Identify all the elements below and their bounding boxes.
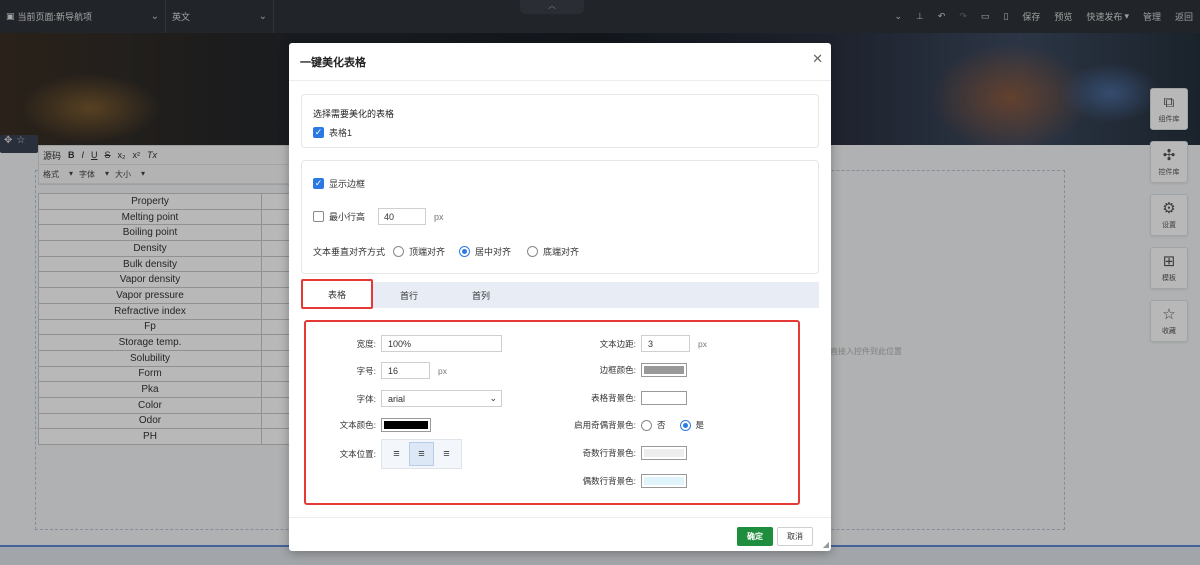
tab-first-column[interactable]: 首列 <box>445 282 517 308</box>
align-left-icon[interactable]: ≡ <box>384 442 409 466</box>
table-bg-label: 表格背景色: <box>591 393 636 403</box>
table1-label: 表格1 <box>329 128 353 138</box>
odd-row-bg-row: 奇数行背景色: <box>549 446 687 460</box>
align-bottom-label: 底端对齐 <box>543 247 580 257</box>
chevron-down-icon: ⌄ <box>489 393 497 403</box>
min-row-height-label: 最小行高 <box>329 212 366 222</box>
px-unit-label: px <box>434 211 444 222</box>
table-bg-picker[interactable] <box>641 391 687 405</box>
align-middle-label: 居中对齐 <box>475 247 512 257</box>
text-color-picker[interactable] <box>381 418 431 432</box>
width-label: 宽度: <box>356 338 376 349</box>
odd-row-bg-picker[interactable] <box>641 446 687 460</box>
text-align-row: 文本位置: ≡ ≡ ≡ <box>309 439 462 469</box>
border-color-row: 边框颜色: <box>549 363 687 377</box>
text-padding-label: 文本边距: <box>599 338 636 349</box>
odd-even-yes-radio[interactable] <box>679 419 691 431</box>
even-row-bg-swatch <box>644 477 684 485</box>
table-select-section: 选择需要美化的表格 ✓ 表格1 <box>301 94 819 148</box>
table1-checkbox[interactable]: ✓ <box>313 127 324 138</box>
min-row-height-input[interactable]: 40 <box>378 208 427 225</box>
border-color-picker[interactable] <box>641 363 687 377</box>
font-family-select[interactable]: arial ⌄ <box>381 390 502 407</box>
border-color-label: 边框颜色: <box>599 365 636 375</box>
dialog-footer: 确定 取消 ◢ <box>289 517 831 551</box>
align-bottom-radio[interactable] <box>527 246 539 257</box>
border-color-swatch <box>644 366 684 374</box>
width-input[interactable]: 100% <box>381 335 502 352</box>
show-border-row[interactable]: ✓ 显示边框 <box>313 177 365 190</box>
text-align-label: 文本位置: <box>339 449 376 459</box>
odd-row-bg-label: 奇数行背景色: <box>582 448 636 458</box>
even-row-bg-row: 偶数行背景色: <box>549 474 687 488</box>
vertical-align-row: 文本垂直对齐方式 顶端对齐 居中对齐 底端对齐 <box>313 245 579 258</box>
align-right-icon[interactable]: ≡ <box>434 442 459 466</box>
cancel-button[interactable]: 取消 <box>777 527 813 546</box>
odd-even-no-label: 否 <box>657 420 666 430</box>
align-middle-radio[interactable] <box>459 246 471 257</box>
even-row-bg-label: 偶数行背景色: <box>582 476 636 486</box>
beautify-table-dialog: 一键美化表格 ✕ 选择需要美化的表格 ✓ 表格1 ✓ 显示边框 最小行高 40 … <box>289 43 831 551</box>
resize-handle-icon[interactable]: ◢ <box>823 540 829 549</box>
text-align-group: ≡ ≡ ≡ <box>381 439 462 469</box>
confirm-button[interactable]: 确定 <box>737 527 773 546</box>
general-options-section: ✓ 显示边框 最小行高 40 px 文本垂直对齐方式 顶端对齐 居中对齐 底端对… <box>301 160 819 274</box>
align-top-label: 顶端对齐 <box>409 247 446 257</box>
odd-even-yes-label: 是 <box>695 420 705 430</box>
text-color-row: 文本颜色: <box>309 418 431 432</box>
px-unit-label: px <box>438 365 447 376</box>
text-color-label: 文本颜色: <box>339 420 376 430</box>
width-row: 宽度: 100% <box>309 335 502 352</box>
font-size-label: 字号: <box>356 365 376 376</box>
font-family-value: arial <box>388 393 406 404</box>
tab-first-row[interactable]: 首行 <box>373 282 445 308</box>
font-family-label: 字体: <box>356 393 376 404</box>
tab-table[interactable]: 表格 <box>301 279 373 309</box>
table-checkbox-row[interactable]: ✓ 表格1 <box>313 126 352 139</box>
align-top-radio[interactable] <box>393 246 405 257</box>
font-size-row: 字号: 16 px <box>309 362 447 379</box>
show-border-label: 显示边框 <box>329 179 366 189</box>
odd-even-row: 启用奇偶背景色: 否 是 <box>549 419 704 431</box>
style-tabs: 表格 首行 首列 <box>301 279 819 309</box>
font-size-input[interactable]: 16 <box>381 362 430 379</box>
show-border-checkbox[interactable]: ✓ <box>313 178 324 189</box>
min-row-height-row: 最小行高 40 px <box>313 208 444 225</box>
vertical-align-label: 文本垂直对齐方式 <box>313 247 386 257</box>
table-bg-row: 表格背景色: <box>549 391 687 405</box>
font-family-row: 字体: arial ⌄ <box>309 390 502 407</box>
px-unit-label: px <box>698 338 707 349</box>
text-padding-input[interactable]: 3 <box>641 335 690 352</box>
align-center-icon[interactable]: ≡ <box>409 442 434 466</box>
even-row-bg-picker[interactable] <box>641 474 687 488</box>
odd-even-label: 启用奇偶背景色: <box>574 420 636 430</box>
table-select-label: 选择需要美化的表格 <box>313 109 395 119</box>
table-bg-swatch <box>644 394 684 402</box>
dialog-title: 一键美化表格 <box>289 43 831 81</box>
odd-row-bg-swatch <box>644 449 684 457</box>
close-icon[interactable]: ✕ <box>812 51 823 67</box>
min-row-height-checkbox[interactable] <box>313 211 324 222</box>
text-padding-row: 文本边距: 3 px <box>549 335 707 352</box>
odd-even-no-radio[interactable] <box>641 419 652 431</box>
text-color-swatch <box>384 421 428 429</box>
